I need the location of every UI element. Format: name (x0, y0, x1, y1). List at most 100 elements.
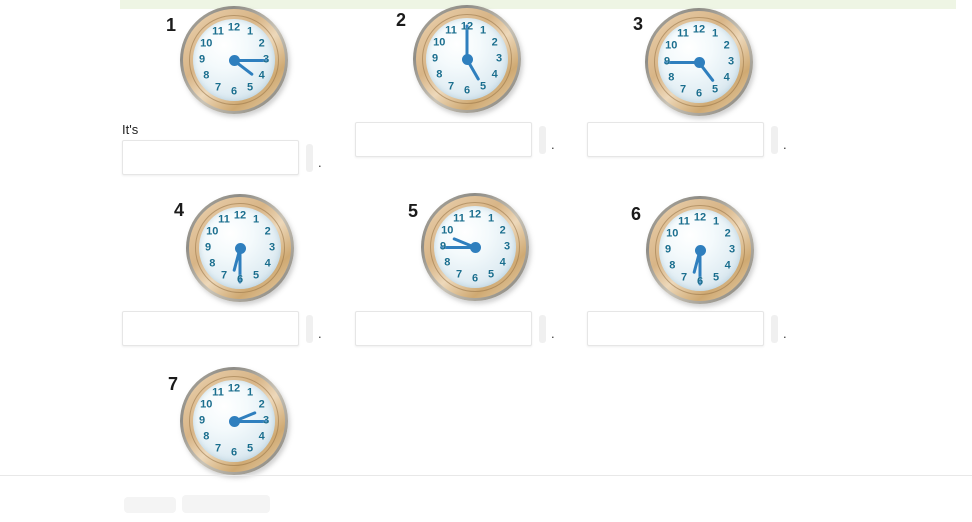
answer-row-4: . (122, 311, 322, 346)
clock-face-5: 12 1 2 3 4 5 6 7 8 9 10 11 (421, 193, 529, 301)
clock-numeral-9: 9 (439, 240, 447, 253)
clock-numeral-1: 1 (487, 212, 495, 225)
clock-numeral-3: 3 (268, 241, 276, 254)
clock-7: 12 1 2 3 4 5 6 7 8 9 10 11 (180, 367, 288, 475)
clock-numeral-12: 12 (460, 20, 474, 33)
item-number-7: 7 (168, 374, 179, 394)
clock-numeral-10: 10 (433, 36, 446, 49)
clock-numeral-11: 11 (212, 386, 224, 399)
answer-input-2[interactable] (355, 122, 532, 157)
clock-numeral-2: 2 (491, 36, 498, 49)
clock-numeral-1: 1 (246, 25, 254, 38)
clock-dial-7: 12 1 2 3 4 5 6 7 8 9 10 11 (193, 380, 275, 462)
clock-numeral-4: 4 (264, 257, 271, 270)
period-5: . (551, 326, 555, 341)
clock-numeral-4: 4 (723, 71, 730, 84)
clock-numeral-7: 7 (455, 268, 463, 281)
answer-input-3[interactable] (587, 122, 764, 157)
clock-numeral-2: 2 (258, 398, 265, 411)
clock-numeral-6: 6 (471, 272, 479, 285)
clock-numeral-6: 6 (236, 273, 244, 286)
resize-handle-5[interactable] (539, 314, 546, 343)
item-number-1: 1 (166, 15, 177, 35)
clock-numeral-1: 1 (246, 386, 254, 399)
clock-numeral-2: 2 (724, 227, 731, 240)
clock-numeral-4: 4 (724, 259, 731, 272)
clock-dial-6: 12 1 2 3 4 5 6 7 8 9 10 11 (659, 209, 741, 291)
clock-numeral-8: 8 (668, 71, 675, 84)
period-4: . (318, 326, 322, 341)
its-label-1: It's (122, 122, 139, 137)
clock-face-1: 12 1 2 3 4 5 6 7 8 9 10 11 (180, 6, 288, 114)
clock-numeral-10: 10 (200, 398, 213, 411)
clock-numeral-9: 9 (431, 52, 439, 65)
resize-handle-6[interactable] (771, 314, 778, 343)
clock-numeral-7: 7 (220, 269, 228, 282)
resize-handle-2[interactable] (539, 125, 546, 154)
clock-numeral-10: 10 (666, 227, 679, 240)
resize-handle-4[interactable] (306, 314, 313, 343)
clock-hub-icon (461, 53, 473, 65)
bottom-button-2[interactable] (182, 495, 270, 513)
answer-input-4[interactable] (122, 311, 299, 346)
answer-input-6[interactable] (587, 311, 764, 346)
clock-numeral-11: 11 (677, 27, 689, 40)
bottom-button-1[interactable] (124, 497, 176, 513)
clock-numeral-1: 1 (711, 27, 719, 40)
clock-numeral-5: 5 (487, 268, 495, 281)
clock-numeral-8: 8 (203, 430, 210, 443)
answer-input-5[interactable] (355, 311, 532, 346)
clock-5: 12 1 2 3 4 5 6 7 8 9 10 11 (421, 193, 529, 301)
clock-numeral-3: 3 (728, 243, 736, 256)
clock-numeral-7: 7 (214, 442, 222, 455)
clock-numeral-3: 3 (262, 414, 270, 427)
clock-numeral-12: 12 (692, 23, 706, 36)
clock-1: 12 1 2 3 4 5 6 7 8 9 10 11 (180, 6, 288, 114)
clock-numeral-6: 6 (695, 87, 703, 100)
clock-6: 12 1 2 3 4 5 6 7 8 9 10 11 (646, 196, 754, 304)
clock-numeral-2: 2 (264, 225, 271, 238)
clock-dial-2: 12 1 2 3 4 5 6 7 8 9 10 11 (426, 18, 508, 100)
clock-numeral-4: 4 (491, 68, 498, 81)
clock-numeral-6: 6 (230, 446, 238, 459)
resize-handle-3[interactable] (771, 125, 778, 154)
clock-numeral-9: 9 (204, 241, 212, 254)
answer-row-6: . (587, 311, 787, 346)
clock-hub-icon (469, 241, 481, 253)
clock-3: 12 1 2 3 4 5 6 7 8 9 10 11 (645, 8, 753, 116)
clock-face-2: 12 1 2 3 4 5 6 7 8 9 10 11 (413, 5, 521, 113)
clock-face-6: 12 1 2 3 4 5 6 7 8 9 10 11 (646, 196, 754, 304)
item-number-2: 2 (396, 10, 407, 30)
clock-numeral-3: 3 (727, 55, 735, 68)
clock-dial-4: 12 1 2 3 4 5 6 7 8 9 10 11 (199, 207, 281, 289)
bottom-divider (0, 475, 972, 476)
clock-face-7: 12 1 2 3 4 5 6 7 8 9 10 11 (180, 367, 288, 475)
answer-input-1[interactable] (122, 140, 299, 175)
clock-numeral-1: 1 (479, 24, 487, 37)
resize-handle-1[interactable] (306, 143, 313, 172)
clock-hub-icon (228, 54, 240, 66)
clock-numeral-2: 2 (723, 39, 730, 52)
item-number-5: 5 (408, 201, 419, 221)
clock-numeral-7: 7 (447, 80, 455, 93)
clock-numeral-9: 9 (663, 55, 671, 68)
period-3: . (783, 137, 787, 152)
clock-numeral-7: 7 (680, 271, 688, 284)
item-number-3: 3 (633, 14, 644, 34)
clock-numeral-5: 5 (479, 80, 487, 93)
clock-numeral-11: 11 (453, 212, 465, 225)
clock-numeral-12: 12 (227, 21, 241, 34)
clock-numeral-6: 6 (463, 84, 471, 97)
clock-hub-icon (693, 56, 705, 68)
clock-numeral-2: 2 (258, 37, 265, 50)
clock-numeral-3: 3 (495, 52, 503, 65)
clock-numeral-5: 5 (246, 81, 254, 94)
clock-numeral-5: 5 (712, 271, 720, 284)
clock-numeral-11: 11 (218, 213, 230, 226)
clock-numeral-4: 4 (258, 430, 265, 443)
clock-numeral-9: 9 (664, 243, 672, 256)
clock-numeral-4: 4 (499, 256, 506, 269)
clock-numeral-4: 4 (258, 69, 265, 82)
clock-numeral-8: 8 (444, 256, 451, 269)
clock-hub-icon (694, 244, 706, 256)
